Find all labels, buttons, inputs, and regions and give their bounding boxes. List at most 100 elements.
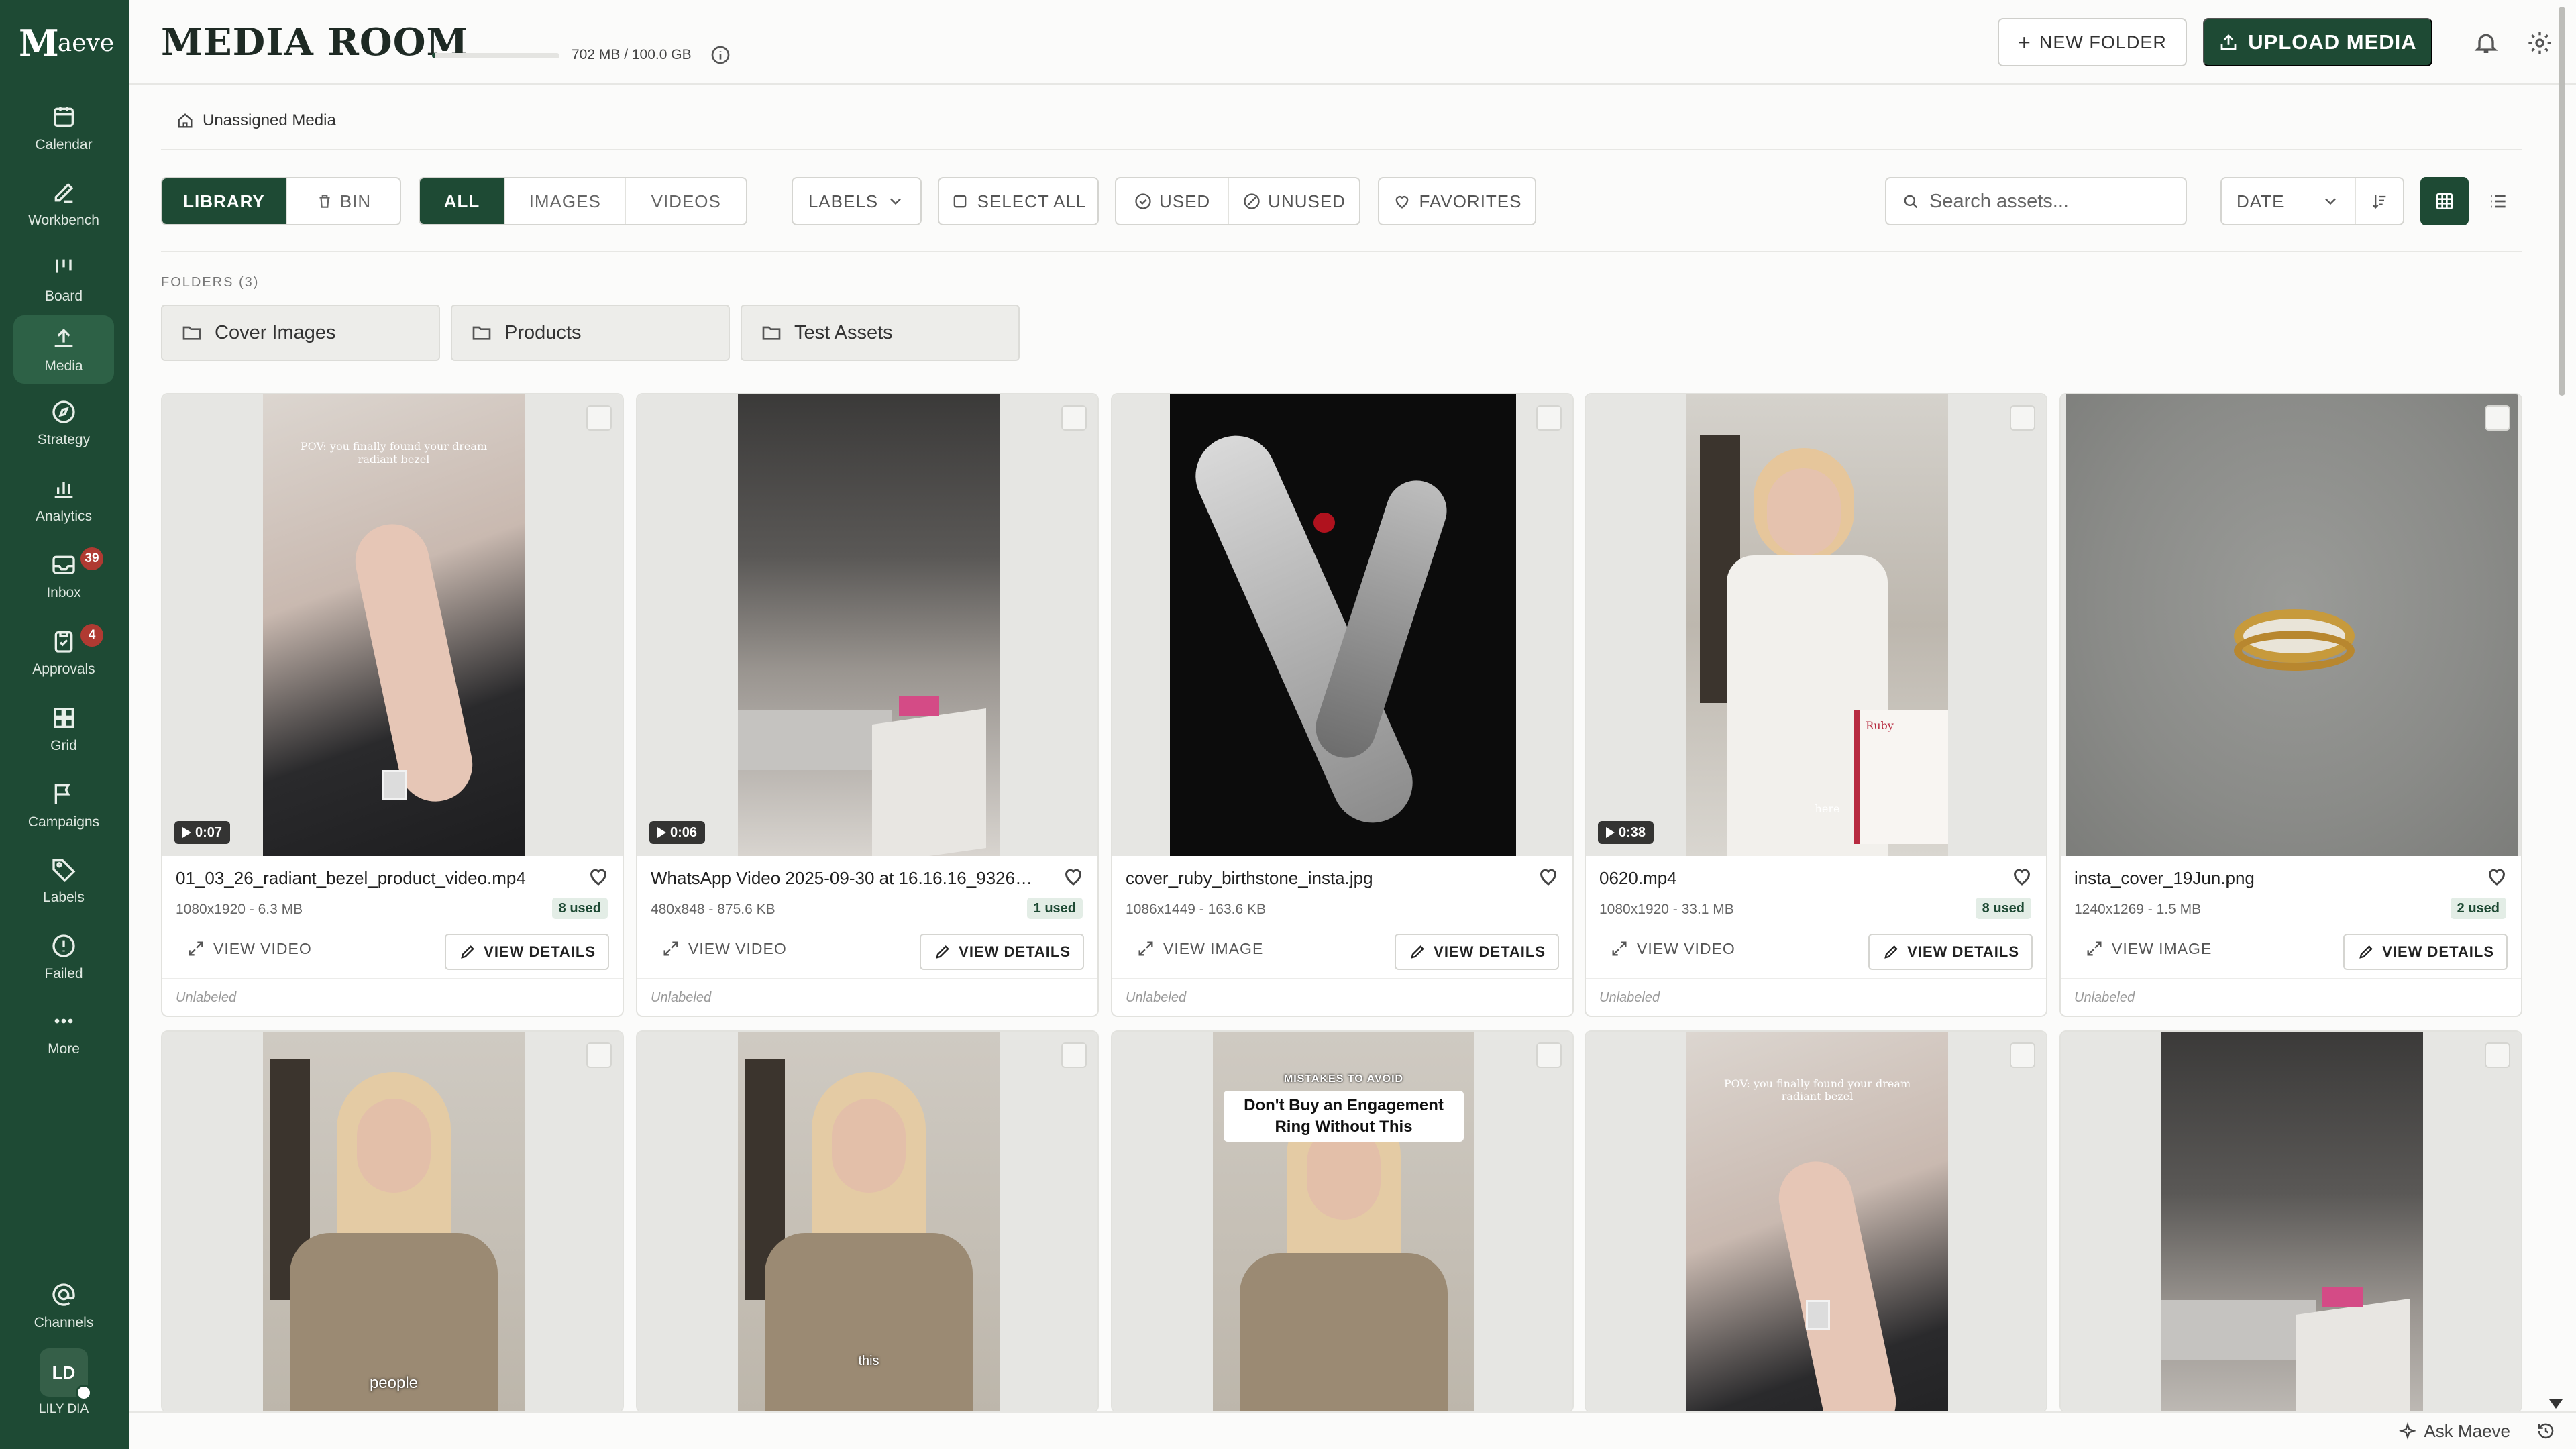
sidebar-item-calendar[interactable]: Calendar: [13, 94, 114, 162]
favorite-heart-icon[interactable]: [2485, 864, 2509, 888]
labels-dropdown[interactable]: LABELS: [792, 177, 922, 225]
asset-select-checkbox[interactable]: [586, 1042, 612, 1068]
filter-unused[interactable]: UNUSED: [1229, 178, 1359, 224]
asset-thumbnail[interactable]: people: [162, 1032, 623, 1411]
user-profile[interactable]: LD LILY DIA: [13, 1348, 114, 1436]
asset-thumbnail[interactable]: this: [637, 1032, 1097, 1411]
sidebar-item-failed[interactable]: Failed: [13, 923, 114, 991]
duration-text: 0:06: [670, 824, 698, 840]
maeve-logo[interactable]: M aeve: [19, 21, 114, 64]
bell-icon[interactable]: [2473, 30, 2500, 56]
library-bin-toggle: LIBRARY BIN: [161, 177, 401, 225]
view-details-button[interactable]: VIEW DETAILS: [1395, 934, 1559, 970]
sidebar-item-labels[interactable]: Labels: [13, 847, 114, 915]
sort-field-select[interactable]: DATE: [2222, 178, 2356, 224]
sidebar-item-workbench[interactable]: Workbench: [13, 170, 114, 238]
ring-shape: [1806, 1300, 1830, 1330]
view-details-button[interactable]: VIEW DETAILS: [920, 934, 1084, 970]
view-details-button[interactable]: VIEW DETAILS: [2343, 934, 2508, 970]
breadcrumb[interactable]: Unassigned Media: [176, 111, 336, 130]
folder-test-assets[interactable]: Test Assets: [741, 305, 1020, 361]
upload-media-button[interactable]: UPLOAD MEDIA: [2203, 18, 2432, 66]
asset-select-checkbox[interactable]: [1061, 1042, 1087, 1068]
compass-icon: [52, 400, 75, 423]
checkbox-icon: [953, 195, 966, 208]
gear-icon[interactable]: [2526, 30, 2553, 56]
asset-card[interactable]: [2059, 1030, 2522, 1413]
asset-card[interactable]: insta_cover_19Jun.png 1240x1269 - 1.5 MB…: [2059, 393, 2522, 1017]
favorite-heart-icon[interactable]: [1536, 864, 1560, 888]
sidebar-item-channels[interactable]: Channels: [13, 1272, 114, 1340]
favorite-heart-icon[interactable]: [1061, 864, 1085, 888]
search-input[interactable]: [1929, 190, 2171, 213]
favorite-heart-icon[interactable]: [2010, 864, 2034, 888]
sort-direction-button[interactable]: [2356, 192, 2403, 211]
tab-bin[interactable]: BIN: [287, 178, 400, 224]
ask-maeve-button[interactable]: Ask Maeve: [2398, 1421, 2510, 1442]
sidebar-item-board[interactable]: Board: [13, 246, 114, 314]
grid-view-button[interactable]: [2420, 177, 2469, 225]
sidebar-item-approvals[interactable]: Approvals 4: [13, 619, 114, 687]
view-image-link[interactable]: VIEW IMAGE: [2085, 939, 2212, 958]
search-icon: [1904, 195, 1918, 209]
sidebar-item-inbox[interactable]: Inbox 39: [13, 542, 114, 610]
asset-thumbnail[interactable]: 0:06: [637, 394, 1097, 856]
asset-select-checkbox[interactable]: [2485, 405, 2510, 431]
asset-thumbnail[interactable]: [2061, 394, 2521, 856]
asset-thumbnail[interactable]: POV: you finally found your dream radian…: [162, 394, 623, 856]
new-folder-button[interactable]: + NEW FOLDER: [1998, 18, 2187, 66]
video-preview: [738, 394, 1000, 856]
list-view-button[interactable]: [2474, 177, 2522, 225]
info-icon[interactable]: [710, 44, 731, 66]
filter-used[interactable]: USED: [1116, 178, 1230, 224]
view-video-link[interactable]: VIEW VIDEO: [186, 939, 312, 958]
sidebar-item-analytics[interactable]: Analytics: [13, 466, 114, 534]
scrollbar[interactable]: [2557, 0, 2567, 1409]
asset-select-checkbox[interactable]: [1536, 405, 1562, 431]
asset-thumbnail[interactable]: Ruby here 0:38: [1586, 394, 2046, 856]
asset-card[interactable]: this: [636, 1030, 1099, 1413]
scroll-down-arrow-icon[interactable]: [2549, 1399, 2563, 1409]
asset-card[interactable]: Ruby here 0:38 0620.mp4 1080x1920 - 33.1…: [1585, 393, 2047, 1017]
tab-library[interactable]: LIBRARY: [162, 178, 287, 224]
view-details-label: VIEW DETAILS: [1434, 943, 1546, 960]
asset-card[interactable]: 0:06 WhatsApp Video 2025-09-30 at 16.16.…: [636, 393, 1099, 1017]
view-video-link[interactable]: VIEW VIDEO: [1610, 939, 1735, 958]
sort-descending-icon: [2372, 195, 2386, 209]
history-icon[interactable]: [2536, 1421, 2556, 1441]
asset-select-checkbox[interactable]: [2010, 405, 2035, 431]
view-image-link[interactable]: VIEW IMAGE: [1136, 939, 1263, 958]
asset-card[interactable]: POV: you finally found your dream radian…: [161, 393, 624, 1017]
favorites-filter[interactable]: FAVORITES: [1378, 177, 1536, 225]
view-video-link[interactable]: VIEW VIDEO: [661, 939, 787, 958]
asset-card[interactable]: POV: you finally found your dream radian…: [1585, 1030, 2047, 1413]
asset-select-checkbox[interactable]: [1061, 405, 1087, 431]
asset-card[interactable]: cover_ruby_birthstone_insta.jpg 1086x144…: [1111, 393, 1574, 1017]
select-all-checkbox[interactable]: SELECT ALL: [938, 177, 1099, 225]
asset-card[interactable]: MISTAKES TO AVOID Don't Buy an Engagemen…: [1111, 1030, 1574, 1413]
asset-select-checkbox[interactable]: [1536, 1042, 1562, 1068]
view-details-button[interactable]: VIEW DETAILS: [445, 934, 609, 970]
folder-cover-images[interactable]: Cover Images: [161, 305, 440, 361]
asset-select-checkbox[interactable]: [2485, 1042, 2510, 1068]
scrollbar-thumb[interactable]: [2559, 7, 2565, 396]
filter-all[interactable]: ALL: [420, 178, 505, 224]
favorite-heart-icon[interactable]: [586, 864, 610, 888]
sidebar-item-grid[interactable]: Grid: [13, 695, 114, 763]
asset-thumbnail[interactable]: [1112, 394, 1572, 856]
asset-thumbnail[interactable]: MISTAKES TO AVOID Don't Buy an Engagemen…: [1112, 1032, 1572, 1411]
folder-products[interactable]: Products: [451, 305, 730, 361]
sidebar-item-media[interactable]: Media: [13, 315, 114, 384]
sidebar-item-more[interactable]: More: [13, 998, 114, 1067]
view-details-button[interactable]: VIEW DETAILS: [1868, 934, 2033, 970]
asset-card[interactable]: people: [161, 1030, 624, 1413]
sidebar-item-strategy[interactable]: Strategy: [13, 389, 114, 458]
filter-videos[interactable]: VIDEOS: [626, 178, 746, 224]
filter-images[interactable]: IMAGES: [505, 178, 627, 224]
asset-thumbnail[interactable]: [2061, 1032, 2521, 1411]
sidebar: M aeve Calendar Workbench Board Media St…: [0, 0, 129, 1449]
asset-select-checkbox[interactable]: [2010, 1042, 2035, 1068]
asset-thumbnail[interactable]: POV: you finally found your dream radian…: [1586, 1032, 2046, 1411]
sidebar-item-campaigns[interactable]: Campaigns: [13, 771, 114, 840]
asset-select-checkbox[interactable]: [586, 405, 612, 431]
